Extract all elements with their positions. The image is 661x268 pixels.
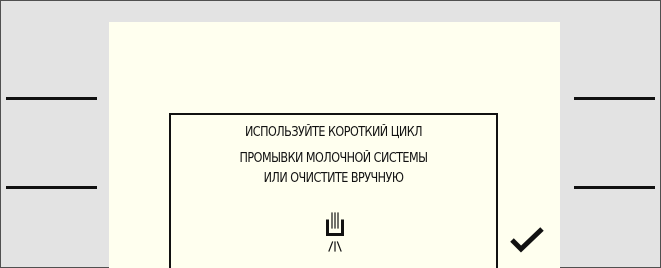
left-upper-softkey-line[interactable] <box>6 97 97 100</box>
checkmark-icon <box>510 227 544 253</box>
message-line-1: ИСПОЛЬЗУЙТЕ КОРОТКИЙ ЦИКЛ <box>244 125 423 140</box>
message-line-3: ИЛИ ОЧИСТИТЕ ВРУЧНУЮ <box>263 171 404 186</box>
right-lower-softkey-line[interactable] <box>574 186 655 189</box>
message-dialog: ИСПОЛЬЗУЙТЕ КОРОТКИЙ ЦИКЛ ПРОМЫВКИ МОЛОЧ… <box>169 113 498 268</box>
message-line-2: ПРОМЫВКИ МОЛОЧНОЙ СИСТЕМЫ <box>239 151 428 166</box>
left-lower-softkey-line[interactable] <box>6 186 97 189</box>
right-upper-softkey-line[interactable] <box>574 97 655 100</box>
milk-system-rinse-icon <box>317 211 353 255</box>
confirm-button[interactable] <box>506 220 550 256</box>
